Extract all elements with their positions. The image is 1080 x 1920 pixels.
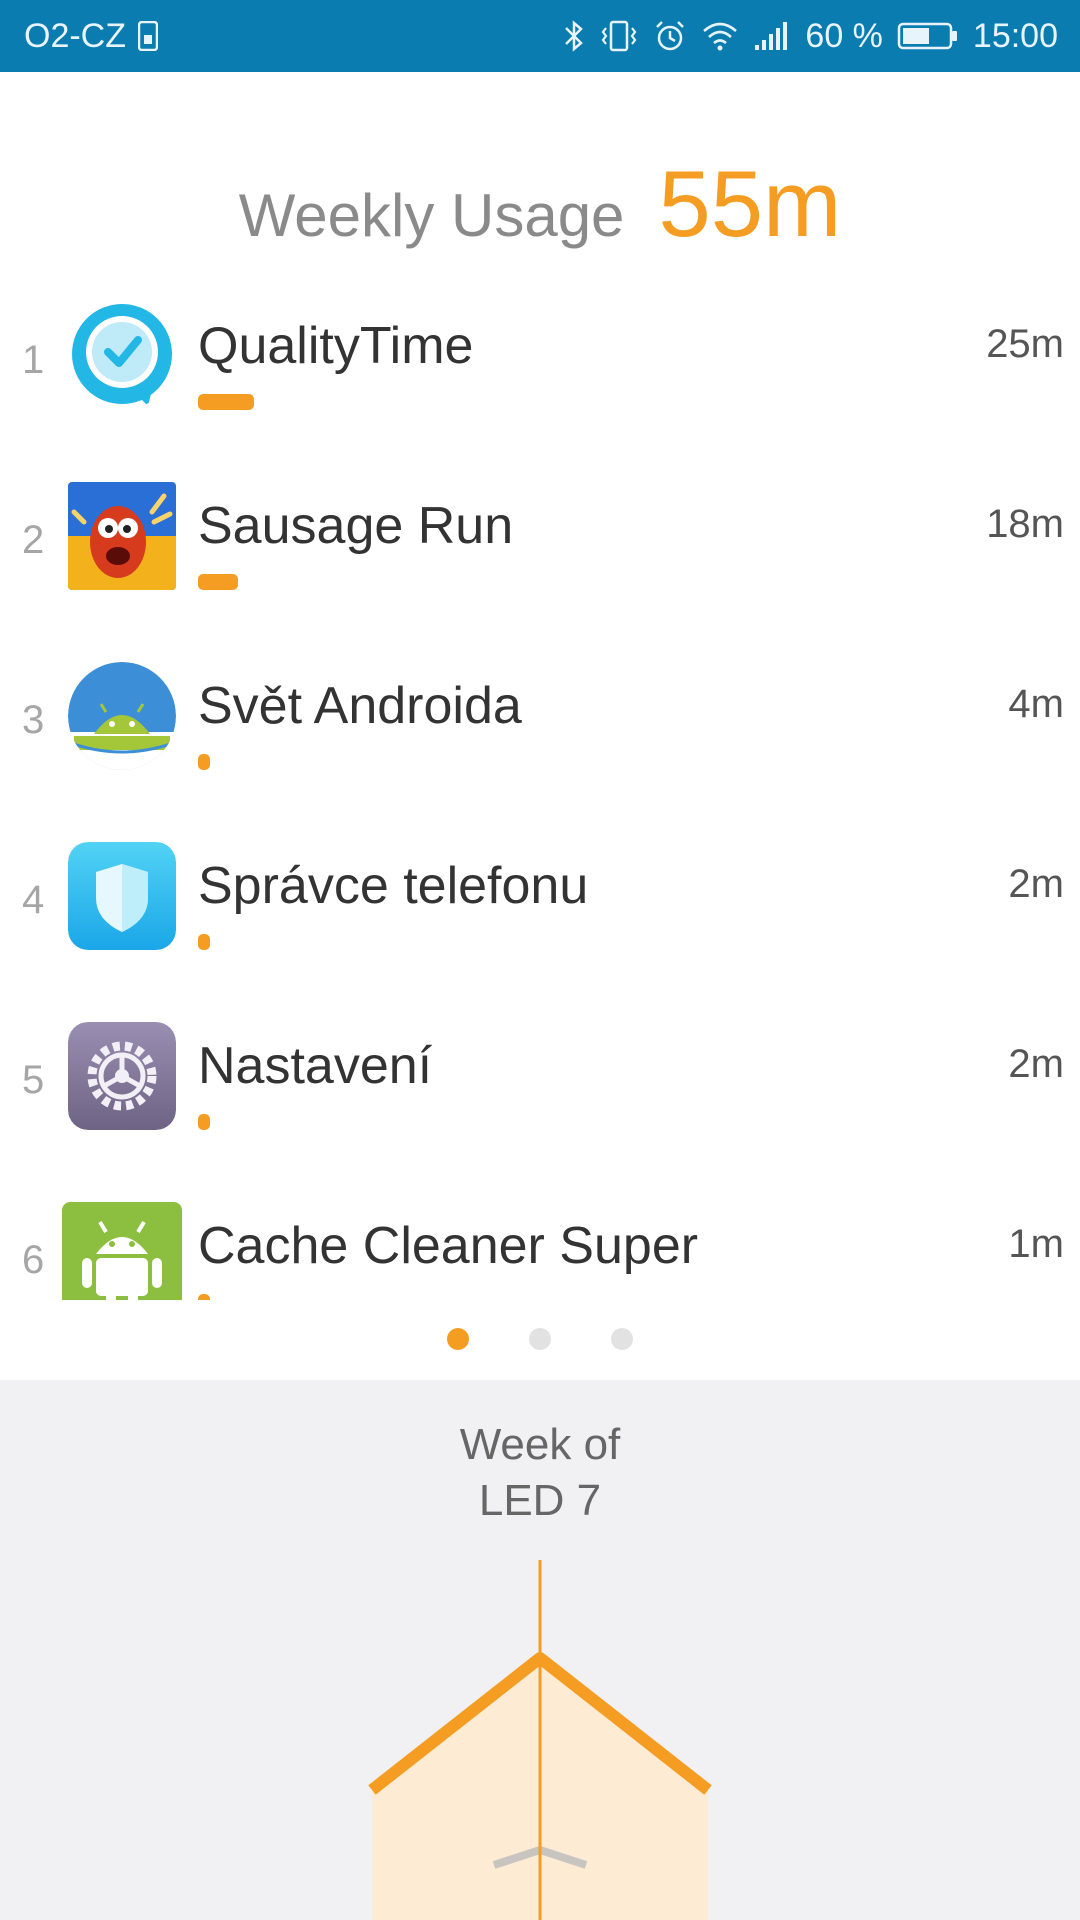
carrier-label: O2-CZ — [24, 16, 126, 55]
list-item[interactable]: 6 Cache Cleaner Super 1m — [0, 1170, 1080, 1300]
page-dot[interactable] — [529, 1328, 551, 1350]
usage-bar — [198, 754, 210, 770]
clock: 15:00 — [972, 16, 1058, 55]
weekly-usage-label: Weekly Usage — [238, 182, 625, 249]
app-name: Sausage Run — [198, 497, 514, 555]
app-time: 4m — [1008, 682, 1064, 726]
rank-number: 2 — [22, 518, 45, 562]
rank-number: 3 — [22, 698, 45, 742]
app-time: 2m — [1008, 862, 1064, 906]
app-usage-list[interactable]: 1 QualityTime 25m 2 Sausage Run 18m 3 Sv… — [0, 270, 1080, 1300]
list-item[interactable]: 2 Sausage Run 18m — [0, 450, 1080, 630]
app-time: 18m — [986, 502, 1064, 546]
bluetooth-icon — [563, 19, 585, 53]
gear-icon — [68, 1022, 176, 1130]
usage-bar — [198, 394, 254, 410]
wifi-icon — [701, 20, 739, 52]
list-item[interactable]: 3 Svět Androida 4m — [0, 630, 1080, 810]
vibrate-icon — [599, 19, 639, 53]
shield-icon — [68, 842, 176, 950]
page-dot[interactable] — [611, 1328, 633, 1350]
battery-percent: 60 % — [805, 16, 883, 55]
signal-icon — [753, 21, 791, 51]
usage-bar — [198, 1294, 210, 1300]
rank-number: 4 — [22, 878, 45, 922]
app-name: Cache Cleaner Super — [198, 1217, 699, 1275]
usage-bar — [198, 934, 210, 950]
alarm-icon — [653, 19, 687, 53]
usage-bar — [198, 574, 238, 590]
sausage-run-icon — [68, 482, 176, 590]
list-item[interactable]: 4 Správce telefonu 2m — [0, 810, 1080, 990]
page-indicator[interactable] — [0, 1328, 1080, 1350]
app-time: 1m — [1008, 1222, 1064, 1266]
app-time: 2m — [1008, 1042, 1064, 1086]
app-name: Nastavení — [198, 1037, 433, 1095]
svet-androida-icon — [68, 662, 176, 770]
sim-icon — [138, 21, 158, 51]
rank-number: 5 — [22, 1058, 45, 1102]
usage-trend-chart[interactable] — [0, 1560, 1080, 1920]
list-item[interactable]: 5 Nastavení 2m — [0, 990, 1080, 1170]
status-bar: O2-CZ 60 % 15:00 — [0, 0, 1080, 72]
app-name: Správce telefonu — [198, 857, 589, 915]
rank-number: 1 — [22, 338, 45, 382]
week-label-line2: LED 7 — [478, 1476, 602, 1525]
battery-icon — [897, 20, 959, 52]
app-time: 25m — [986, 322, 1064, 366]
android-icon — [62, 1202, 182, 1300]
page-dot[interactable] — [447, 1328, 469, 1350]
app-name: Svět Androida — [198, 677, 522, 735]
app-name: QualityTime — [198, 317, 474, 375]
weekly-usage-total: 55m — [658, 151, 842, 256]
usage-bar — [198, 1114, 210, 1130]
week-label-line1: Week of — [459, 1420, 621, 1469]
rank-number: 6 — [22, 1238, 45, 1282]
qualitytime-icon — [68, 302, 176, 410]
weekly-chart-panel[interactable]: Week of LED 7 — [0, 1380, 1080, 1920]
weekly-usage-header: Weekly Usage 55m — [0, 150, 1080, 256]
list-item[interactable]: 1 QualityTime 25m — [0, 270, 1080, 450]
